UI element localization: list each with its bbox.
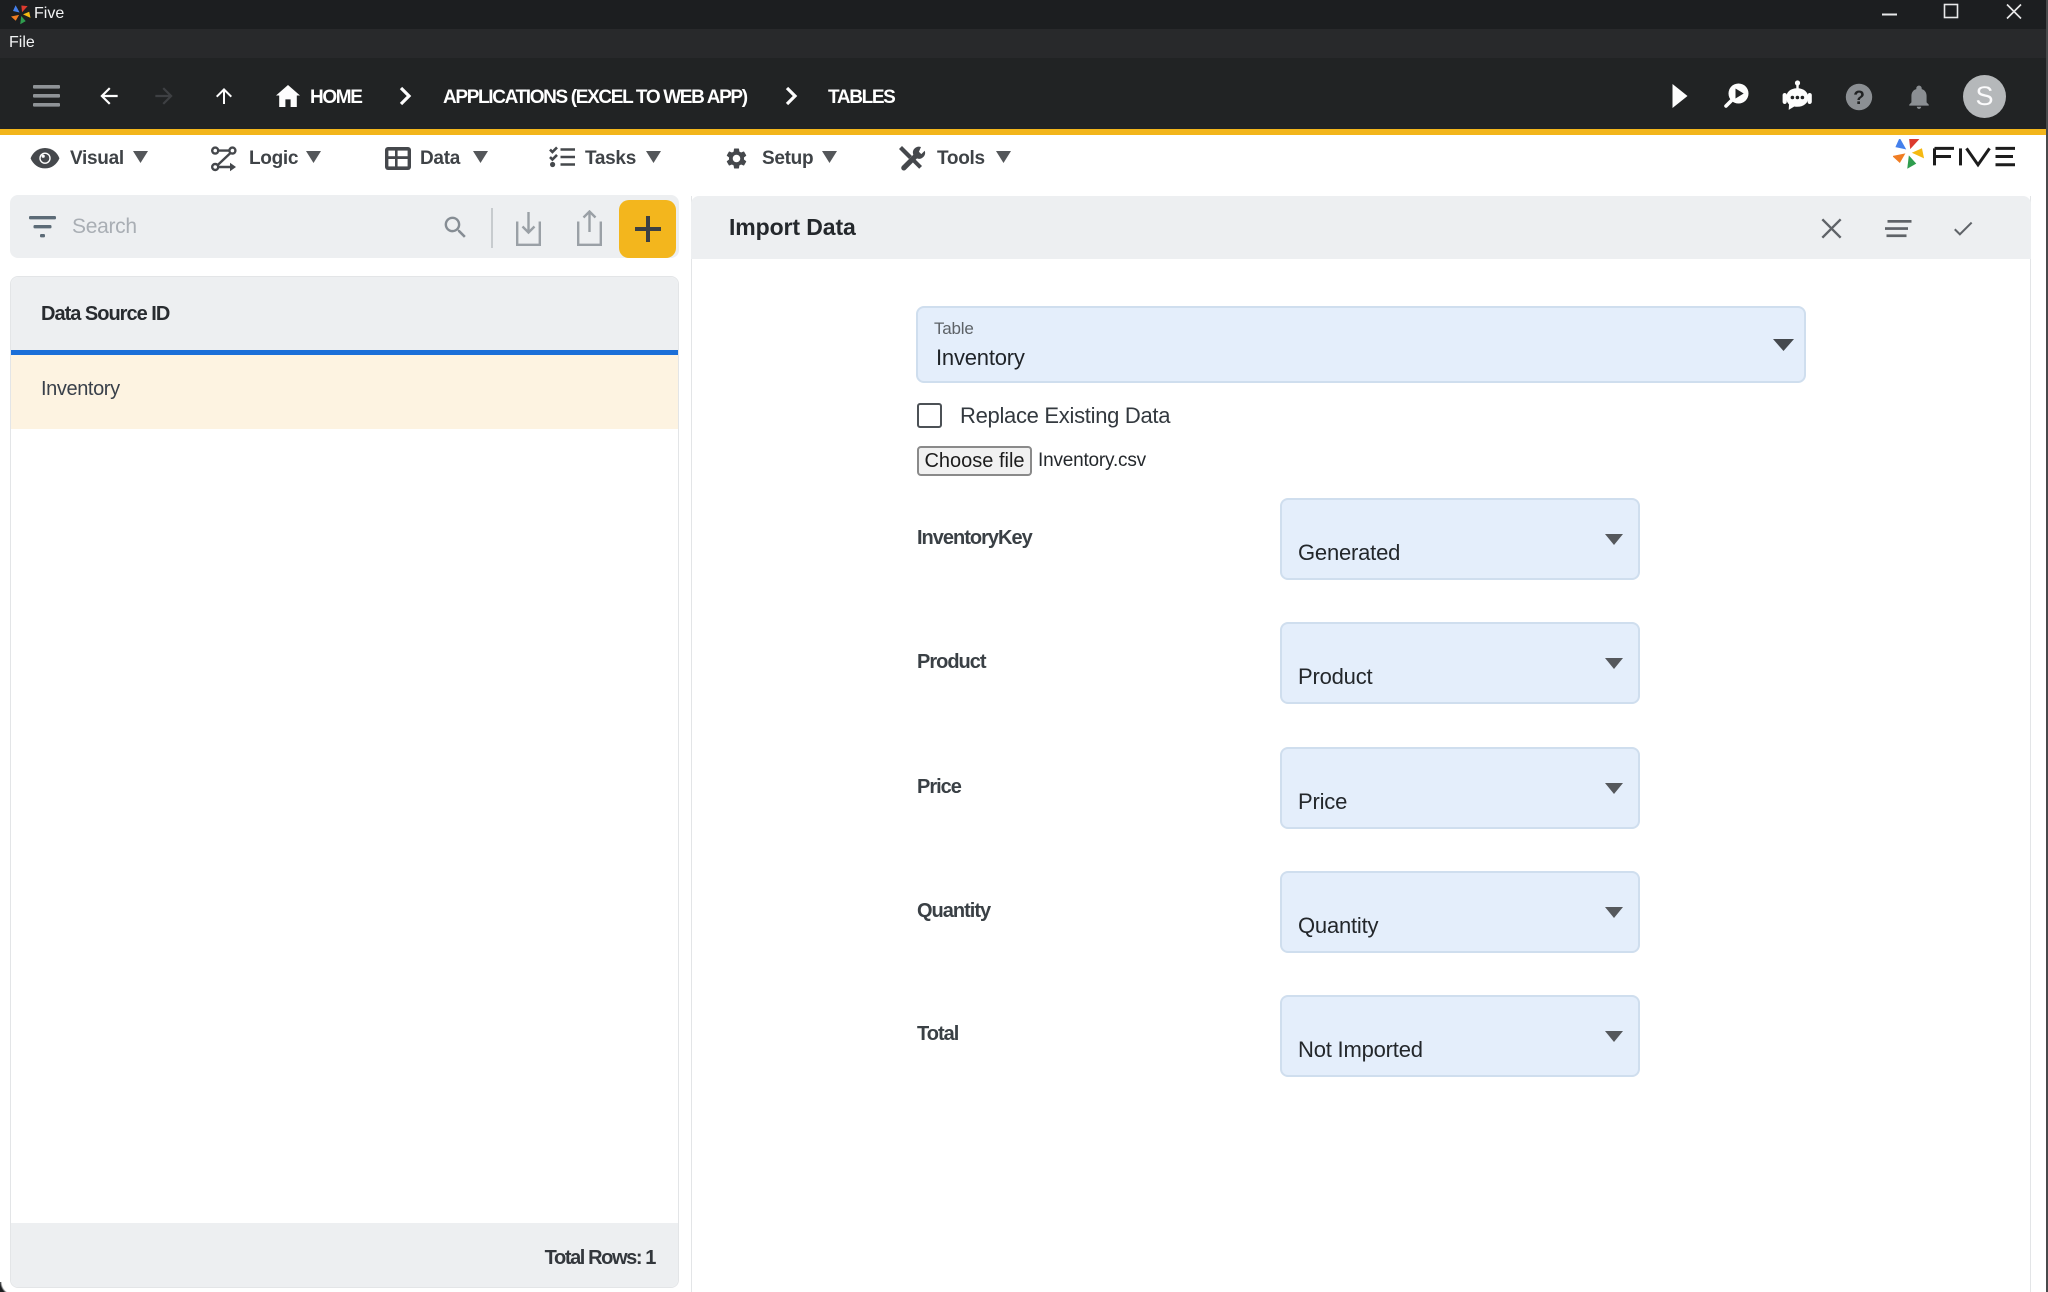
svg-text:?: ? [1853,88,1865,109]
